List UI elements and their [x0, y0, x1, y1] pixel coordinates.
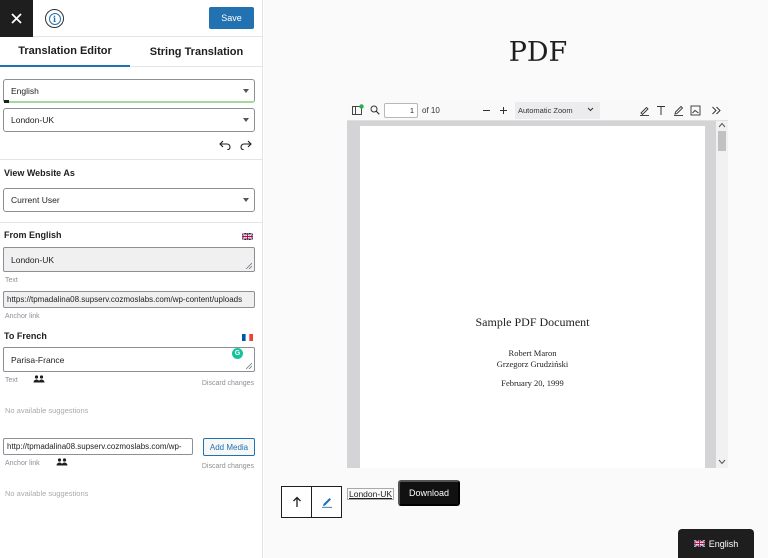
france-flag-icon [242, 334, 253, 341]
save-button[interactable]: Save [209, 7, 254, 29]
image-tool-icon[interactable] [690, 105, 701, 116]
translation-text-label: Text [5, 377, 18, 384]
close-button[interactable] [0, 0, 33, 37]
panel-topbar: i Save [0, 0, 263, 37]
string-select-value: London-UK [11, 115, 55, 125]
grammarly-icon[interactable]: G [232, 348, 243, 359]
language-select[interactable]: English [3, 79, 255, 103]
users-icon[interactable] [56, 458, 68, 466]
view-as-select[interactable]: Current User [3, 188, 255, 212]
chevron-down-icon [243, 198, 249, 202]
translation-panel: i Save Translation Editor String Transla… [0, 0, 263, 558]
locale-link[interactable]: London-UK [347, 488, 395, 500]
resize-handle-icon [245, 362, 252, 369]
language-switcher[interactable]: English [678, 529, 754, 558]
source-text-label: Text [5, 277, 18, 284]
search-icon[interactable] [370, 105, 380, 115]
discard-changes-link[interactable]: Discard changes [202, 463, 254, 470]
pdf-document-title: Sample PDF Document [475, 315, 590, 329]
view-as-value: Current User [11, 195, 60, 205]
page-title: PDF [508, 37, 568, 68]
divider [0, 159, 263, 160]
redo-button[interactable] [239, 137, 253, 153]
editor-tabs: Translation Editor String Translation [0, 37, 263, 67]
edit-button[interactable] [311, 486, 342, 518]
chevron-down-icon [243, 89, 249, 93]
pdf-author: Robert Maron [508, 348, 557, 358]
source-text-field: London-UK [3, 247, 255, 272]
sidebar-toggle-icon[interactable] [352, 104, 364, 116]
source-anchor-link-field: https://tpmadalina08.supserv.cozmoslabs.… [3, 291, 255, 308]
zoom-select[interactable]: Automatic Zoom [515, 102, 600, 119]
text-tool-icon[interactable] [656, 105, 666, 116]
translation-text-value: Parisa-France [11, 354, 65, 365]
translation-anchor-link-field[interactable]: http://tpmadalina08.supserv.cozmoslabs.c… [3, 438, 193, 455]
chevron-down-icon [587, 107, 594, 112]
source-anchor-link-label: Anchor link [5, 313, 40, 320]
tab-string-translation[interactable]: String Translation [130, 37, 263, 67]
undo-button[interactable] [218, 137, 232, 153]
scroll-up-icon[interactable] [718, 122, 726, 128]
chevron-down-icon [243, 118, 249, 122]
close-icon [11, 13, 22, 24]
info-button[interactable]: i [45, 9, 64, 28]
page-total: of 10 [422, 106, 440, 115]
translation-anchor-link-label: Anchor link [5, 460, 40, 467]
resize-grip [4, 100, 9, 103]
scroll-down-icon[interactable] [718, 459, 726, 465]
arrow-up-icon [292, 496, 301, 507]
language-select-value: English [11, 85, 39, 96]
uk-flag-icon [242, 233, 253, 240]
uk-flag-icon [693, 540, 705, 547]
move-up-button[interactable] [281, 486, 312, 518]
language-switcher-label: English [708, 538, 739, 549]
more-tools-icon[interactable] [711, 105, 722, 116]
pdf-author: Grzegorz Grudziński [496, 359, 569, 369]
add-media-button[interactable]: Add Media [203, 438, 255, 456]
zoom-select-value: Automatic Zoom [518, 106, 573, 115]
resize-handle-icon [245, 262, 252, 269]
string-select[interactable]: London-UK [3, 108, 255, 132]
download-button[interactable]: Download [398, 480, 460, 506]
highlight-icon[interactable] [639, 105, 650, 116]
pdf-scrollbar[interactable] [716, 121, 728, 468]
pdf-date: February 20, 1999 [501, 378, 564, 388]
redo-icon [240, 140, 252, 150]
undo-icon [219, 140, 231, 150]
source-anchor-link-value: https://tpmadalina08.supserv.cozmoslabs.… [7, 295, 243, 304]
to-language-title: To French [4, 331, 47, 341]
tab-translation-editor[interactable]: Translation Editor [0, 37, 130, 67]
pencil-icon [321, 498, 332, 508]
users-icon[interactable] [33, 375, 45, 383]
suggestions-empty: No available suggestions [5, 489, 89, 498]
zoom-in-icon[interactable] [499, 106, 508, 115]
page-number-input[interactable]: 1 [384, 103, 418, 118]
pdf-page [360, 126, 705, 468]
translation-text-field[interactable]: Parisa-France [3, 347, 255, 372]
translation-anchor-link-value: http://tpmadalina08.supserv.cozmoslabs.c… [7, 442, 182, 451]
zoom-out-icon[interactable] [482, 106, 491, 115]
from-language-title: From English [4, 230, 62, 240]
divider [0, 222, 263, 223]
view-as-title: View Website As [4, 168, 75, 178]
discard-changes-link[interactable]: Discard changes [202, 380, 254, 387]
scrollbar-thumb[interactable] [718, 131, 726, 151]
info-icon: i [48, 12, 61, 25]
source-text-value: London-UK [11, 254, 55, 265]
draw-icon[interactable] [673, 105, 684, 116]
suggestions-empty: No available suggestions [5, 406, 89, 415]
